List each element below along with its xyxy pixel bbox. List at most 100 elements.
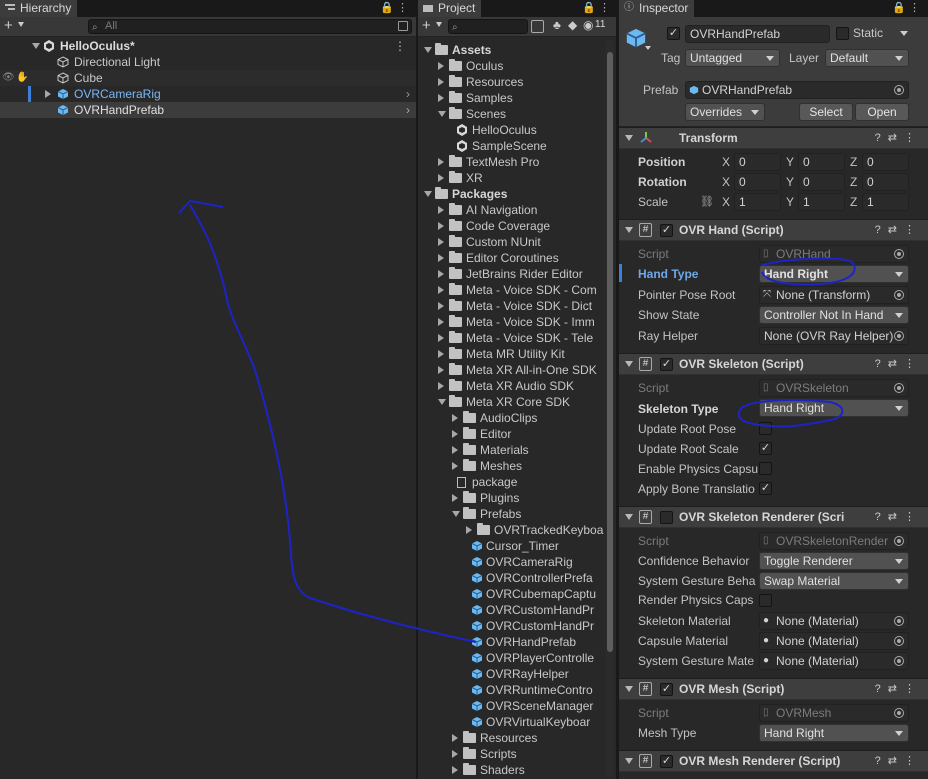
collapsed-arrow-icon[interactable] xyxy=(438,270,444,278)
project-tree-row[interactable]: OVRTrackedKeyboa xyxy=(418,522,616,538)
component-enabled-checkbox[interactable]: ✓ xyxy=(660,358,673,371)
project-tree-row[interactable]: Resources xyxy=(418,730,616,746)
component-enabled-checkbox[interactable]: ✓ xyxy=(660,224,673,237)
project-search-input[interactable]: ⌕ xyxy=(448,19,528,34)
project-tree-row[interactable]: Plugins xyxy=(418,490,616,506)
component-tools-icon[interactable]: ?⇄⋮ xyxy=(875,223,922,236)
project-tree-row[interactable]: OVRRayHelper xyxy=(418,666,616,682)
object-picker-icon[interactable] xyxy=(894,290,904,300)
position-z-field[interactable]: 0 xyxy=(862,153,909,171)
component-enabled-checkbox[interactable]: ✓ xyxy=(660,755,673,768)
ovr-hand-header[interactable]: # ✓ OVR Hand (Script) ?⇄⋮ xyxy=(619,219,928,241)
visibility-eye-icon[interactable]: 👁 xyxy=(2,70,15,86)
collapsed-arrow-icon[interactable] xyxy=(438,94,444,102)
project-tree-row[interactable]: Meta MR Utility Kit xyxy=(418,346,616,362)
transform-header[interactable]: Transform ?⇄⋮ xyxy=(619,127,928,149)
show-state-dropdown[interactable]: Controller Not In Hand xyxy=(759,306,909,324)
collapsed-arrow-icon[interactable] xyxy=(438,78,444,86)
project-tree-row[interactable]: AudioClips xyxy=(418,410,616,426)
project-tree-row[interactable]: Scenes xyxy=(418,106,616,122)
project-tree-row[interactable]: OVRRuntimeContro xyxy=(418,682,616,698)
tab-hierarchy[interactable]: Hierarchy xyxy=(0,0,78,17)
project-tree-row[interactable]: Materials xyxy=(418,442,616,458)
component-tools-icon[interactable]: ?⇄⋮ xyxy=(875,357,922,370)
project-tree-row[interactable]: OVRCubemapCaptu xyxy=(418,586,616,602)
rotation-z-field[interactable]: 0 xyxy=(862,173,909,191)
rotation-x-field[interactable]: 0 xyxy=(734,173,781,191)
project-tree-row[interactable]: Resources xyxy=(418,74,616,90)
gesture-behavior-dropdown[interactable]: Swap Material xyxy=(759,572,909,590)
ovr-skeleton-header[interactable]: # ✓ OVR Skeleton (Script) ?⇄⋮ xyxy=(619,353,928,375)
static-checkbox[interactable] xyxy=(836,27,849,40)
update-root-pose-checkbox[interactable] xyxy=(759,422,772,435)
confidence-dropdown[interactable]: Toggle Renderer xyxy=(759,552,909,570)
scale-x-field[interactable]: 1 xyxy=(734,193,781,211)
project-tree-row[interactable]: Meta - Voice SDK - Imm xyxy=(418,314,616,330)
tab-project[interactable]: Project xyxy=(418,0,482,17)
scale-y-field[interactable]: 1 xyxy=(798,193,845,211)
collapsed-arrow-icon[interactable] xyxy=(438,286,444,294)
collapsed-arrow-icon[interactable] xyxy=(438,174,444,182)
project-tree-row[interactable]: Prefabs xyxy=(418,506,616,522)
project-tree-row[interactable]: Meta - Voice SDK - Tele xyxy=(418,330,616,346)
component-tools-icon[interactable]: ?⇄⋮ xyxy=(875,754,922,767)
ovr-mesh-renderer-header[interactable]: # ✓ OVR Mesh Renderer (Script) ?⇄⋮ xyxy=(619,750,928,772)
project-tree-row[interactable]: Meta XR Audio SDK xyxy=(418,378,616,394)
collapsed-arrow-icon[interactable] xyxy=(452,462,458,470)
project-tree-row[interactable]: Packages xyxy=(418,186,616,202)
project-tree-row[interactable]: OVRControllerPrefa xyxy=(418,570,616,586)
open-prefab-chevron-icon[interactable]: › xyxy=(406,102,410,118)
layer-dropdown[interactable]: Default xyxy=(825,49,909,67)
ray-helper-field[interactable]: None (OVR Ray Helper) xyxy=(759,327,909,345)
scene-more-icon[interactable]: ⋮ xyxy=(394,38,406,54)
expanded-arrow-icon[interactable] xyxy=(452,511,460,517)
object-name-input[interactable]: OVRHandPrefab xyxy=(685,25,830,43)
component-tools-icon[interactable]: ?⇄⋮ xyxy=(875,131,922,144)
search-by-type-icon[interactable] xyxy=(531,20,544,33)
component-enabled-checkbox[interactable]: ✓ xyxy=(660,683,673,696)
hidden-packages-icon[interactable]: ◉ xyxy=(583,18,593,32)
project-tree-row[interactable]: Cursor_Timer xyxy=(418,538,616,554)
ovr-skeleton-renderer-header[interactable]: # OVR Skeleton Renderer (Scri ?⇄⋮ xyxy=(619,506,928,528)
collapsed-arrow-icon[interactable] xyxy=(452,430,458,438)
collapsed-arrow-icon[interactable] xyxy=(438,62,444,70)
collapsed-arrow-icon[interactable] xyxy=(466,526,472,534)
more-icon[interactable]: ⋮ xyxy=(599,1,610,14)
project-tree-row[interactable]: Meshes xyxy=(418,458,616,474)
project-tree-row[interactable]: XR xyxy=(418,170,616,186)
expand-arrow-icon[interactable] xyxy=(32,43,40,49)
project-tree-row[interactable]: SampleScene xyxy=(418,138,616,154)
collapsed-arrow-icon[interactable] xyxy=(438,222,444,230)
fold-arrow-icon[interactable] xyxy=(625,361,633,367)
project-tree-row[interactable]: OVRPlayerControlle xyxy=(418,650,616,666)
project-tree-row[interactable]: OVRCustomHandPr xyxy=(418,618,616,634)
search-by-label-icon[interactable]: ♣ xyxy=(553,18,561,32)
hierarchy-item-ovrcamerarig[interactable]: OVRCameraRig › xyxy=(0,86,416,102)
object-picker-icon[interactable] xyxy=(894,85,904,95)
hand-type-dropdown[interactable]: Hand Right xyxy=(759,265,909,283)
scene-row[interactable]: HelloOculus* ⋮ xyxy=(0,38,416,54)
project-tree-row[interactable]: OVRCameraRig xyxy=(418,554,616,570)
collapsed-arrow-icon[interactable] xyxy=(452,414,458,422)
active-checkbox[interactable]: ✓ xyxy=(667,27,680,40)
project-tree-row[interactable]: Meta XR All-in-One SDK xyxy=(418,362,616,378)
project-tree-row[interactable]: package xyxy=(418,474,616,490)
expanded-arrow-icon[interactable] xyxy=(424,191,432,197)
project-tree-row[interactable]: JetBrains Rider Editor xyxy=(418,266,616,282)
capsule-material-field[interactable]: ● None (Material) xyxy=(759,632,909,650)
project-tree-row[interactable]: Code Coverage xyxy=(418,218,616,234)
project-tree-row[interactable]: Oculus xyxy=(418,58,616,74)
project-tree-row[interactable]: HelloOculus xyxy=(418,122,616,138)
collapsed-arrow-icon[interactable] xyxy=(438,158,444,166)
collapsed-arrow-icon[interactable] xyxy=(438,366,444,374)
collapsed-arrow-icon[interactable] xyxy=(438,302,444,310)
collapsed-arrow-icon[interactable] xyxy=(438,334,444,342)
add-icon[interactable]: + xyxy=(4,17,13,34)
add-dropdown-icon[interactable] xyxy=(18,22,24,27)
component-tools-icon[interactable]: ?⇄⋮ xyxy=(875,682,922,695)
collapsed-arrow-icon[interactable] xyxy=(438,238,444,246)
project-tree-row[interactable]: Editor xyxy=(418,426,616,442)
project-tree-row[interactable]: AI Navigation xyxy=(418,202,616,218)
tab-inspector[interactable]: ⓘ Inspector xyxy=(619,0,695,17)
collapsed-arrow-icon[interactable] xyxy=(452,734,458,742)
